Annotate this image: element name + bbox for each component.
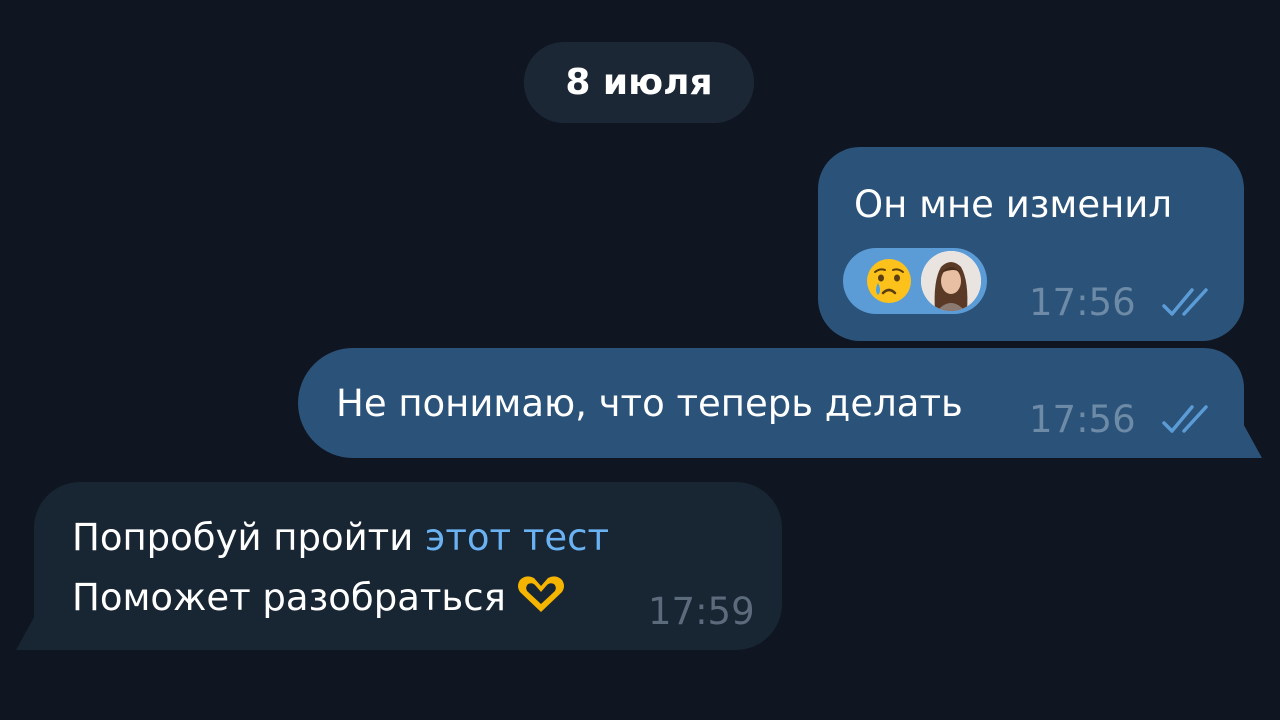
message-time: 17:56 bbox=[1029, 281, 1136, 324]
heart-hands-icon bbox=[517, 576, 564, 612]
double-check-icon bbox=[1162, 288, 1208, 316]
message-text: Он мне изменил bbox=[854, 183, 1172, 226]
message-line-2: Поможет разобраться bbox=[72, 574, 568, 619]
bubble-tail bbox=[16, 610, 38, 650]
chat-area: 8 июля Он мне изменил 17:56 Не понимаю, … bbox=[0, 0, 1280, 720]
avatar-image bbox=[921, 251, 981, 311]
message-line-1: Попробуй пройти этот тест bbox=[72, 516, 609, 559]
crying-face-icon bbox=[867, 259, 911, 303]
reaction-chip[interactable] bbox=[843, 248, 987, 314]
double-check-icon bbox=[1162, 405, 1208, 433]
reaction-avatar bbox=[921, 251, 981, 311]
message-time: 17:56 bbox=[1029, 398, 1136, 441]
bubble-tail bbox=[1240, 418, 1262, 458]
outgoing-message[interactable]: Не понимаю, что теперь делать 17:56 bbox=[298, 348, 1244, 458]
date-label: 8 июля bbox=[565, 62, 713, 103]
incoming-message[interactable]: Попробуй пройти этот тест Поможет разобр… bbox=[34, 482, 782, 650]
test-link[interactable]: этот тест bbox=[425, 516, 609, 559]
message-text: Попробуй пройти bbox=[72, 516, 426, 559]
date-separator: 8 июля bbox=[524, 42, 754, 123]
message-text: Поможет разобраться bbox=[72, 576, 506, 619]
message-text: Не понимаю, что теперь делать bbox=[336, 382, 963, 425]
message-time: 17:59 bbox=[648, 590, 755, 633]
